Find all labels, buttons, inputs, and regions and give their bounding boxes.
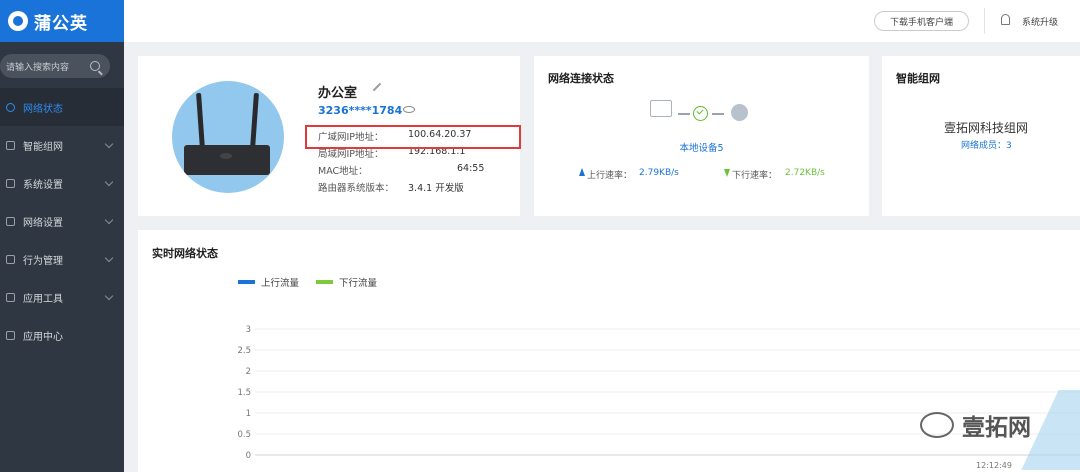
network-status-icon xyxy=(6,102,15,112)
network-settings-icon xyxy=(6,216,15,226)
upload-rate-label: 上行速率： xyxy=(587,171,633,181)
smart-mesh-card: 智能组网 壹拓网科技组网 网络成员：3 xyxy=(882,56,1080,216)
router-icon xyxy=(650,100,672,117)
device-id: 3236****1784 xyxy=(318,104,403,117)
globe-icon xyxy=(731,104,748,121)
sidebar-item-behavior-management[interactable]: 行为管理 xyxy=(0,240,124,278)
download-rate-label: 下行速率： xyxy=(732,171,778,181)
check-icon xyxy=(693,106,708,121)
logo[interactable]: 蒲公英 xyxy=(0,0,124,42)
firmware-label: 路由器系统版本： xyxy=(318,183,395,194)
network-status-card: 网络连接状态 本地设备5 上行速率： 2.79KB/s 下行速率： 2.72KB… xyxy=(534,56,869,216)
sidebar-item-label: 应用中心 xyxy=(23,331,63,343)
y-tick-label: 0 xyxy=(246,451,251,461)
sidebar-item-app-tools[interactable]: 应用工具 xyxy=(0,278,124,316)
sidebar-item-network-settings[interactable]: 网络设置 xyxy=(0,202,124,240)
sidebar-item-network-status[interactable]: 网络状态 xyxy=(0,88,124,126)
watermark: 壹拓网 xyxy=(920,408,1031,442)
sidebar-item-label: 网络设置 xyxy=(23,217,63,229)
card-title: 智能组网 xyxy=(896,72,940,85)
device-name: 办公室 xyxy=(318,86,358,101)
chevron-down-icon xyxy=(104,177,114,187)
tools-icon xyxy=(6,292,15,302)
hide-eye-icon[interactable] xyxy=(403,106,415,113)
sidebar-item-label: 网络状态 xyxy=(23,103,63,115)
app-center-icon xyxy=(6,330,15,340)
sidebar-item-label: 行为管理 xyxy=(23,255,63,267)
sidebar: 蒲公英 请输入搜索内容 网络状态 智能组网 系统设置 网络设置 行为管理 应用工… xyxy=(0,0,124,472)
link-line xyxy=(712,113,724,115)
router-info-card: 办公室 3236****1784 广域网IP地址： 100.64.20.37 局… xyxy=(138,56,521,216)
watermark-text: 壹拓网 xyxy=(962,415,1031,441)
sidebar-item-app-center[interactable]: 应用中心 xyxy=(0,316,124,354)
link-line xyxy=(678,113,690,115)
chevron-down-icon xyxy=(104,253,114,263)
divider xyxy=(984,8,985,34)
y-tick-label: 3 xyxy=(246,325,251,335)
edit-icon[interactable] xyxy=(372,82,382,92)
card-title: 网络连接状态 xyxy=(548,72,614,85)
y-tick-label: 1 xyxy=(246,409,251,419)
y-tick-label: 0.5 xyxy=(237,430,251,440)
mesh-icon xyxy=(6,140,15,150)
arrow-down-icon xyxy=(724,169,730,177)
download-rate-value: 2.72KB/s xyxy=(785,168,825,178)
chevron-down-icon xyxy=(104,215,114,225)
top-bar: 下载手机客户端 系统升级 xyxy=(124,0,1080,42)
sidebar-item-label: 系统设置 xyxy=(23,179,63,191)
mac-value: 64:55 xyxy=(457,163,485,174)
system-upgrade-link[interactable]: 系统升级 xyxy=(1022,15,1058,28)
firmware-value: 3.4.1 开发版 xyxy=(408,183,464,194)
y-tick-label: 2 xyxy=(246,367,251,377)
download-client-button[interactable]: 下载手机客户端 xyxy=(874,11,969,31)
antenna xyxy=(250,92,259,150)
sidebar-item-label: 应用工具 xyxy=(23,293,63,305)
router-body xyxy=(184,145,270,175)
upgrade-bell-icon[interactable] xyxy=(1001,14,1010,25)
y-tick-label: 2.5 xyxy=(237,346,251,356)
app-name: 蒲公英 xyxy=(34,13,88,34)
y-tick-label: 1.5 xyxy=(237,388,251,398)
sidebar-item-system-settings[interactable]: 系统设置 xyxy=(0,164,124,202)
chevron-down-icon xyxy=(104,291,114,301)
sidebar-item-label: 智能组网 xyxy=(23,141,63,153)
search-placeholder: 请输入搜索内容 xyxy=(6,62,70,73)
mesh-network-name[interactable]: 壹拓网科技组网 xyxy=(944,119,1028,136)
behavior-icon xyxy=(6,254,15,264)
x-tick-label: 12:12:49 xyxy=(976,461,1012,470)
antenna xyxy=(196,92,205,150)
mac-label: MAC地址： xyxy=(318,166,368,177)
search-icon[interactable] xyxy=(90,61,100,71)
router-image xyxy=(172,81,284,193)
wechat-icon xyxy=(920,412,954,438)
arrow-up-icon xyxy=(579,168,585,176)
chevron-down-icon xyxy=(104,139,114,149)
mesh-members-count[interactable]: 网络成员：3 xyxy=(961,138,1012,151)
dandelion-logo-icon xyxy=(8,11,28,31)
wan-ip-highlight-box xyxy=(305,125,521,149)
upload-rate-value: 2.79KB/s xyxy=(639,168,679,178)
local-devices-link[interactable]: 本地设备5 xyxy=(534,140,869,154)
sidebar-item-smart-network[interactable]: 智能组网 xyxy=(0,126,124,164)
gear-icon xyxy=(6,178,15,188)
search-input[interactable]: 请输入搜索内容 xyxy=(0,54,110,78)
